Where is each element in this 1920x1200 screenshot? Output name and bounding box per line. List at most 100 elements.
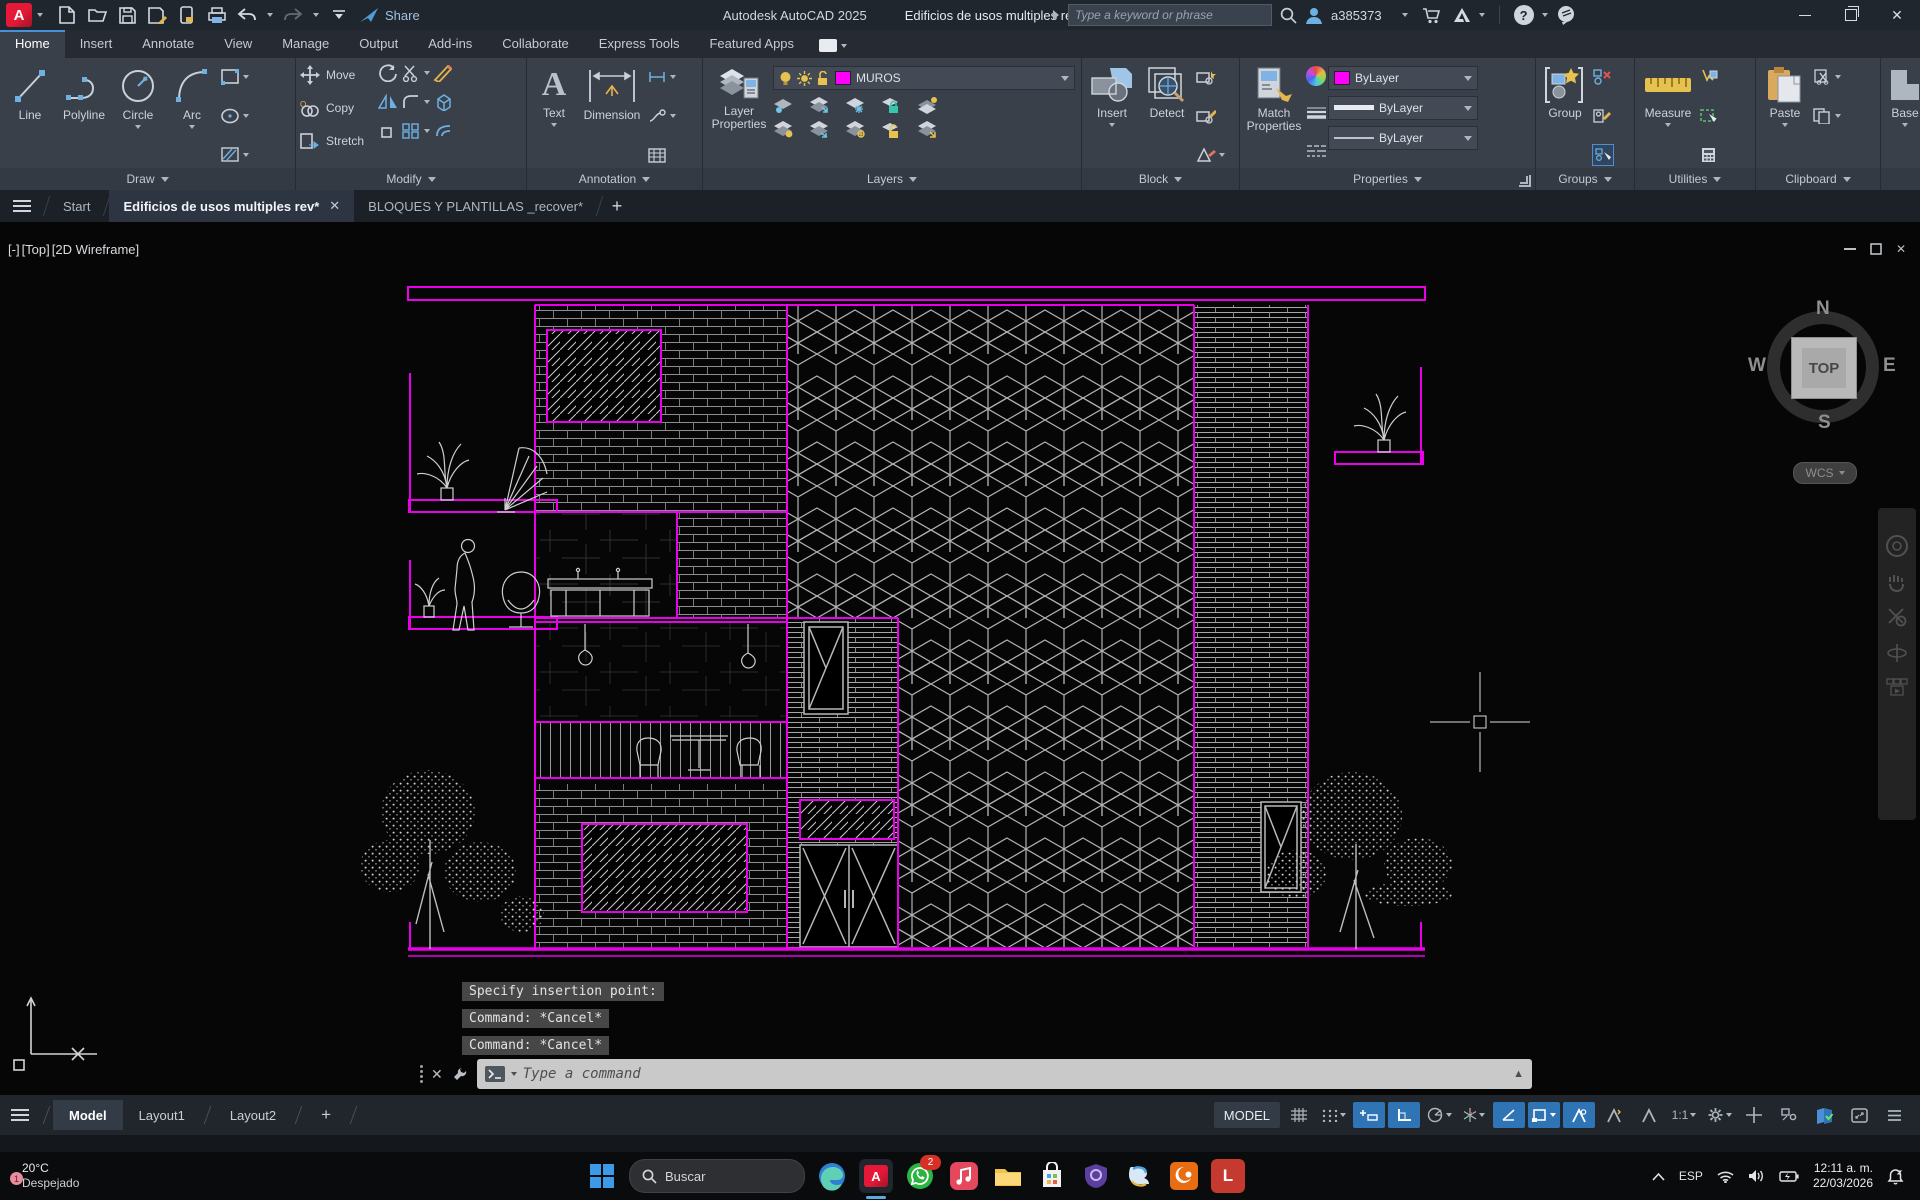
tab-insert[interactable]: Insert [65,30,128,58]
dynamic-input-toggle[interactable] [1353,1102,1385,1128]
lineweight-list-icon[interactable] [1306,104,1326,124]
viewcube-top-face[interactable]: TOP [1791,337,1857,399]
vp-restore-icon[interactable] [1870,243,1882,255]
match-properties-button[interactable]: Match Properties [1244,62,1304,133]
file-tab-start[interactable]: Start [49,190,104,222]
trim-icon[interactable] [401,63,421,83]
erase-icon[interactable] [433,63,453,83]
panel-label-layers[interactable]: Layers [703,168,1081,190]
weather-widget[interactable]: 1 20°C Despejado [14,1161,79,1191]
viewcube-west[interactable]: W [1748,355,1766,377]
whatsapp-icon[interactable]: 2 [903,1159,937,1193]
app-menu-caret-icon[interactable] [37,13,43,17]
open-folder-icon[interactable] [87,5,107,25]
new-layout-button[interactable]: + [305,1100,347,1130]
dimension-button[interactable]: Dimension [579,62,645,122]
viewcube-south[interactable]: S [1818,412,1831,434]
fillet-icon[interactable] [401,92,421,112]
model-space-button[interactable]: MODEL [1214,1102,1280,1128]
stretch-button[interactable]: Stretch [300,128,364,154]
osnap-caret-icon[interactable] [1550,1113,1556,1117]
mirror-icon[interactable] [378,92,398,112]
tab-annotate[interactable]: Annotate [127,30,209,58]
plot-print-icon[interactable] [207,5,227,25]
scale-value-button[interactable]: 1:1 [1668,1102,1700,1128]
line-button[interactable]: Line [4,62,56,122]
vp-minimize-icon[interactable] [1844,248,1856,250]
qat-customize-icon[interactable] [329,5,349,25]
pan-hand-icon[interactable] [1886,572,1908,592]
wifi-icon[interactable] [1717,1170,1734,1183]
ungroup-icon[interactable] [1592,67,1612,87]
panel-label-annotation[interactable]: Annotation [527,168,702,190]
drawing-canvas[interactable]: [-][Top][2D Wireframe] ✕ N W E S TOP WCS [0,222,1920,1095]
apple-music-icon[interactable] [947,1159,981,1193]
minimize-button[interactable] [1782,0,1828,30]
save-icon[interactable] [117,5,137,25]
command-options-caret-icon[interactable] [511,1072,517,1076]
isodraft-toggle[interactable] [1458,1102,1490,1128]
group-selectable-icon[interactable] [1592,144,1614,166]
workspace-gear-button[interactable] [1703,1102,1735,1128]
osnap-tracking-toggle[interactable] [1493,1102,1525,1128]
username[interactable]: a385373 [1331,8,1382,23]
battery-charging-icon[interactable] [1779,1170,1799,1183]
copilot-icon[interactable] [1123,1159,1157,1193]
cut-caret-icon[interactable] [1835,75,1841,79]
autocad-logo-icon[interactable]: A [6,3,32,27]
start-button[interactable] [585,1159,619,1193]
base-button[interactable]: Base [1885,62,1920,127]
make-current-layer-icon[interactable] [917,95,937,115]
vp-close-icon[interactable]: ✕ [1896,242,1906,256]
edit-block-icon[interactable] [1196,106,1216,126]
snap-toggle[interactable] [1318,1102,1350,1128]
viewcube[interactable]: N W E S TOP [1758,302,1888,432]
fillet-caret-icon[interactable] [424,100,430,104]
close-tab-icon[interactable]: ✕ [329,198,340,214]
tab-manage[interactable]: Manage [267,30,344,58]
polar-tracking-toggle[interactable] [1423,1102,1455,1128]
polar-caret-icon[interactable] [1446,1113,1452,1117]
block-attributes-icon[interactable] [1196,145,1216,165]
user-menu-caret-icon[interactable] [1402,13,1408,17]
redo-icon[interactable] [283,5,303,25]
tab-layout1[interactable]: Layout1 [123,1100,201,1130]
group-edit-icon[interactable] [1592,106,1612,126]
layer-prev-icon[interactable] [809,120,829,140]
layer-thaw-sun-icon[interactable] [797,71,812,86]
panel-label-modify[interactable]: Modify [296,168,526,190]
l-app-icon[interactable]: L [1211,1159,1245,1193]
save-as-icon[interactable] [147,5,167,25]
viewcube-east[interactable]: E [1883,355,1896,377]
linear-dim-caret-icon[interactable] [670,75,676,79]
help-caret-icon[interactable] [1542,13,1548,17]
scale-caret-icon[interactable] [1690,1113,1696,1117]
file-tabs-menu-icon[interactable] [0,190,44,222]
language-indicator[interactable]: ESP [1679,1169,1703,1183]
shield-app-icon[interactable] [1079,1159,1113,1193]
layer-freeze-icon[interactable] [845,95,865,115]
layer-isolate-icon[interactable] [809,95,829,115]
layer-unlock2-icon[interactable] [881,120,901,140]
lineweight-combo[interactable]: ByLayer [1328,96,1478,120]
autocad-taskbar-icon[interactable]: A [859,1159,893,1193]
copy-clip-icon[interactable] [1812,106,1832,126]
tab-featured-apps[interactable]: Featured Apps [694,30,809,58]
object-color-combo[interactable]: ByLayer [1328,66,1478,90]
panel-label-utilities[interactable]: Utilities [1635,168,1755,190]
layer-select-combo[interactable]: MUROS [773,66,1075,90]
orbit-icon[interactable] [1886,642,1908,664]
quick-calc-icon[interactable] [1699,145,1719,165]
properties-launcher-icon[interactable] [1519,175,1531,187]
block-attr-caret-icon[interactable] [1219,153,1225,157]
layer-off-icon[interactable] [773,95,793,115]
leader-icon[interactable] [647,106,667,126]
show-motion-icon[interactable] [1886,678,1908,696]
layer-walk-icon[interactable] [845,120,865,140]
search-input[interactable] [1068,4,1272,26]
crunchyroll-icon[interactable] [1167,1159,1201,1193]
rotate-icon[interactable] [378,63,398,83]
offset-icon[interactable] [433,121,453,141]
layer-on-bulb-icon[interactable] [779,71,792,86]
command-input-field[interactable]: Type a command ▲ [477,1059,1532,1089]
